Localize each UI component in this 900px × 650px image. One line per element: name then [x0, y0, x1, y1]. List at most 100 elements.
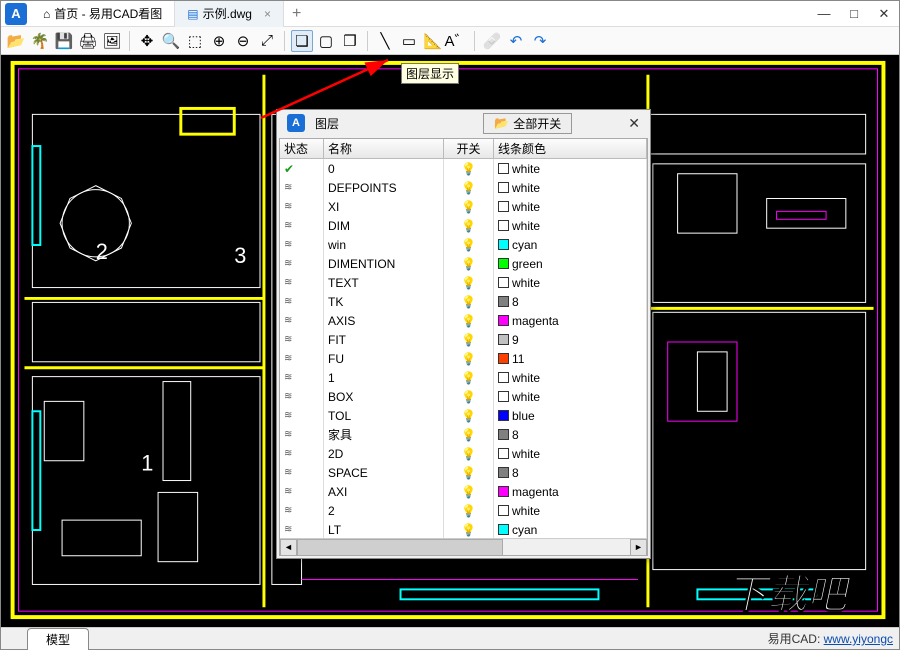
- layer-row[interactable]: ≋SPACE💡8: [280, 463, 647, 482]
- layer-row[interactable]: ≋2💡white: [280, 501, 647, 520]
- layer-row[interactable]: ≋win💡cyan: [280, 235, 647, 254]
- layer-row[interactable]: ≋DEFPOINTS💡white: [280, 178, 647, 197]
- layer-color[interactable]: white: [494, 444, 647, 463]
- layer-color[interactable]: cyan: [494, 520, 647, 538]
- lightbulb-icon[interactable]: 💡: [461, 428, 476, 442]
- layer-color[interactable]: white: [494, 197, 647, 216]
- palette-icon[interactable]: 🌴: [29, 30, 51, 52]
- save-icon[interactable]: 💾: [53, 30, 75, 52]
- undo-icon[interactable]: ↶: [505, 30, 527, 52]
- horizontal-scrollbar[interactable]: ◄ ►: [280, 538, 647, 555]
- zoom-extents-icon[interactable]: ⤢: [256, 30, 278, 52]
- lightbulb-icon[interactable]: 💡: [461, 390, 476, 404]
- layer-color[interactable]: 8: [494, 425, 647, 444]
- layer-row[interactable]: ≋2D💡white: [280, 444, 647, 463]
- maximize-button[interactable]: □: [839, 1, 869, 27]
- layer-row[interactable]: ≋BOX💡white: [280, 387, 647, 406]
- zoom-out-icon[interactable]: ⊖: [232, 30, 254, 52]
- open-file-icon[interactable]: 📂: [5, 30, 27, 52]
- lightbulb-icon[interactable]: 💡: [461, 485, 476, 499]
- layer-row[interactable]: ≋家具💡8: [280, 425, 647, 444]
- layer-color[interactable]: white: [494, 273, 647, 292]
- lightbulb-icon[interactable]: 💡: [461, 447, 476, 461]
- lightbulb-icon[interactable]: 💡: [461, 295, 476, 309]
- close-button[interactable]: ✕: [869, 1, 899, 27]
- layer-row[interactable]: ≋AXI💡magenta: [280, 482, 647, 501]
- layer-color[interactable]: cyan: [494, 235, 647, 254]
- pan-icon[interactable]: ✥: [136, 30, 158, 52]
- col-status[interactable]: 状态: [280, 139, 324, 158]
- layer-color[interactable]: white: [494, 159, 647, 178]
- tab-close-icon[interactable]: ×: [264, 7, 271, 21]
- print-icon[interactable]: 🖨: [77, 30, 99, 52]
- text-icon[interactable]: A゛: [446, 30, 468, 52]
- layer-row[interactable]: ≋1💡white: [280, 368, 647, 387]
- layer-row[interactable]: ≋DIMENTION💡green: [280, 254, 647, 273]
- layer-row[interactable]: ≋AXIS💡magenta: [280, 311, 647, 330]
- layer-row[interactable]: ≋LT💡cyan: [280, 520, 647, 538]
- layer-color[interactable]: magenta: [494, 311, 647, 330]
- scroll-thumb[interactable]: [297, 539, 503, 556]
- col-name[interactable]: 名称: [324, 139, 444, 158]
- rect-icon[interactable]: ▭: [398, 30, 420, 52]
- zoom-in-icon[interactable]: ⊕: [208, 30, 230, 52]
- layer-row[interactable]: ≋FU💡11: [280, 349, 647, 368]
- brand-link[interactable]: www.yiyongc: [824, 632, 893, 646]
- zoom-region-icon[interactable]: 🔍: [160, 30, 182, 52]
- model-tab[interactable]: 模型: [27, 628, 89, 650]
- layer-row[interactable]: ≋DIM💡white: [280, 216, 647, 235]
- scroll-right-icon[interactable]: ►: [630, 539, 647, 556]
- layer-color[interactable]: green: [494, 254, 647, 273]
- lightbulb-icon[interactable]: 💡: [461, 238, 476, 252]
- toggle-all-button[interactable]: 📂 全部开关: [483, 113, 572, 134]
- dialog-titlebar[interactable]: A 图层 📂 全部开关 ✕: [277, 110, 650, 136]
- export-icon[interactable]: 🖼: [101, 30, 123, 52]
- col-color[interactable]: 线条颜色: [494, 139, 647, 158]
- lightbulb-icon[interactable]: 💡: [461, 219, 476, 233]
- layer-row[interactable]: ≋TEXT💡white: [280, 273, 647, 292]
- layer-color[interactable]: blue: [494, 406, 647, 425]
- layer-color[interactable]: white: [494, 387, 647, 406]
- lightbulb-icon[interactable]: 💡: [461, 466, 476, 480]
- tab-file[interactable]: ▤ 示例.dwg ×: [175, 1, 284, 27]
- lightbulb-icon[interactable]: 💡: [461, 523, 476, 537]
- layer-row[interactable]: ≋TK💡8: [280, 292, 647, 311]
- dialog-close-button[interactable]: ✕: [624, 115, 644, 132]
- layer-color[interactable]: magenta: [494, 482, 647, 501]
- layers-icon[interactable]: ❏: [291, 30, 313, 52]
- lightbulb-icon[interactable]: 💡: [461, 162, 476, 176]
- layer-color[interactable]: 8: [494, 463, 647, 482]
- layer-color[interactable]: 11: [494, 349, 647, 368]
- box-icon[interactable]: ▢: [315, 30, 337, 52]
- tab-home[interactable]: ⌂ 首页 - 易用CAD看图: [31, 1, 175, 27]
- lightbulb-icon[interactable]: 💡: [461, 352, 476, 366]
- lightbulb-icon[interactable]: 💡: [461, 409, 476, 423]
- scroll-left-icon[interactable]: ◄: [280, 539, 297, 556]
- lightbulb-icon[interactable]: 💡: [461, 314, 476, 328]
- layer-row[interactable]: ≋FIT💡9: [280, 330, 647, 349]
- lightbulb-icon[interactable]: 💡: [461, 276, 476, 290]
- measure-icon[interactable]: 📐: [422, 30, 444, 52]
- lightbulb-icon[interactable]: 💡: [461, 257, 476, 271]
- line-icon[interactable]: ╲: [374, 30, 396, 52]
- layer-color[interactable]: white: [494, 368, 647, 387]
- layer-color[interactable]: 9: [494, 330, 647, 349]
- layer-row[interactable]: ≋TOL💡blue: [280, 406, 647, 425]
- lightbulb-icon[interactable]: 💡: [461, 371, 476, 385]
- minimize-button[interactable]: —: [809, 1, 839, 27]
- layer-color[interactable]: white: [494, 178, 647, 197]
- redo-icon[interactable]: ↷: [529, 30, 551, 52]
- cube-icon[interactable]: ❒: [339, 30, 361, 52]
- layer-row[interactable]: ✔0💡white: [280, 159, 647, 178]
- lightbulb-icon[interactable]: 💡: [461, 333, 476, 347]
- layer-color[interactable]: 8: [494, 292, 647, 311]
- new-tab-button[interactable]: +: [284, 5, 309, 23]
- erase-icon[interactable]: 🩹: [481, 30, 503, 52]
- col-toggle[interactable]: 开关: [444, 139, 494, 158]
- layer-color[interactable]: white: [494, 501, 647, 520]
- lightbulb-icon[interactable]: 💡: [461, 200, 476, 214]
- lightbulb-icon[interactable]: 💡: [461, 504, 476, 518]
- zoom-window-icon[interactable]: ⬚: [184, 30, 206, 52]
- lightbulb-icon[interactable]: 💡: [461, 181, 476, 195]
- layer-color[interactable]: white: [494, 216, 647, 235]
